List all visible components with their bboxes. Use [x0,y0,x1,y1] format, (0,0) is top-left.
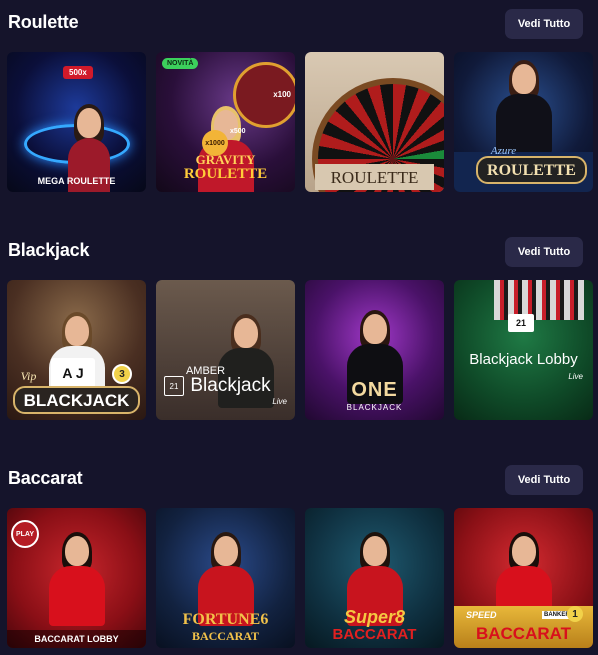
host-figure [495,58,552,158]
game-title-line2: Blackjack [190,375,271,396]
game-title: MEGA ROULETTE [37,176,116,186]
game-title-line1: ONE [351,379,398,401]
game-title-line2: ROULETTE [487,162,576,179]
game-card-roulette[interactable]: ROULETTE [305,52,444,192]
game-title-line2: BLACKJACK [23,391,130,410]
game-title: ROULETTE [330,168,419,187]
game-title-line2: ROULETTE [183,166,268,182]
game-card-azure-roulette[interactable]: Azure ROULETTE [454,52,593,192]
multiplier-text: x500 [230,128,246,135]
section-title: Blackjack [8,240,90,260]
see-all-button[interactable]: Vedi Tutto [505,465,583,495]
game-card-gravity-roulette[interactable]: NOVITÀ x1000 x500 x100 GRAVITY ROULETTE [156,52,295,192]
game-card-speed-baccarat[interactable]: SPEED BANKER 1 BACCARAT [454,508,593,648]
section-title: Baccarat [8,468,83,488]
game-title: BACCARAT LOBBY [7,630,146,648]
game-card-mega-roulette[interactable]: 500x MEGA ROULETTE [7,52,146,192]
live-tag: Live [568,372,583,381]
cards-icon: 21 [508,314,534,332]
game-title-line1: SPEED [466,610,497,620]
game-row: PLAY BACCARAT LOBBY FORTUNE6 BACCARAT Su… [7,508,597,648]
game-title-line2: BLACKJACK [346,403,403,412]
game-card-one-blackjack[interactable]: ONE BLACKJACK [305,280,444,420]
game-title-line2: BACCARAT [332,626,417,643]
see-all-button[interactable]: Vedi Tutto [505,237,583,267]
number-badge: 1 [567,606,583,622]
play-badge: PLAY [11,520,39,548]
section-title: Roulette [8,12,79,32]
game-card-blackjack-lobby[interactable]: 21 Blackjack Lobby Live [454,280,593,420]
game-title-line2: BACCARAT [475,624,572,643]
game-card-amber-blackjack[interactable]: AMBER 21 Blackjack Live [156,280,295,420]
game-title-line1: Super8 [343,607,406,627]
game-title-line1: Vip [20,369,37,383]
game-title-line1: FORTUNE6 [182,611,269,628]
new-badge: NOVITÀ [162,58,199,69]
game-row: A J 3 Vip BLACKJACK AMBER 21 Blackjack L… [7,280,597,420]
see-all-button[interactable]: Vedi Tutto [505,9,583,39]
multiplier-text: x100 [273,90,291,99]
live-tag: Live [272,397,287,406]
game-card-baccarat-lobby[interactable]: PLAY BACCARAT LOBBY [7,508,146,648]
game-title: Blackjack Lobby [469,351,578,368]
game-row: 500x MEGA ROULETTE NOVITÀ x1000 x500 x10… [7,52,597,192]
multiplier-badge: 500x [63,66,93,79]
game-card-fortune6-baccarat[interactable]: FORTUNE6 BACCARAT [156,508,295,648]
game-card-super8-baccarat[interactable]: Super8 BACCARAT [305,508,444,648]
game-card-vip-blackjack[interactable]: A J 3 Vip BLACKJACK [7,280,146,420]
game-title-line2: BACCARAT [191,629,260,643]
game-title-line1: GRAVITY [195,152,256,167]
